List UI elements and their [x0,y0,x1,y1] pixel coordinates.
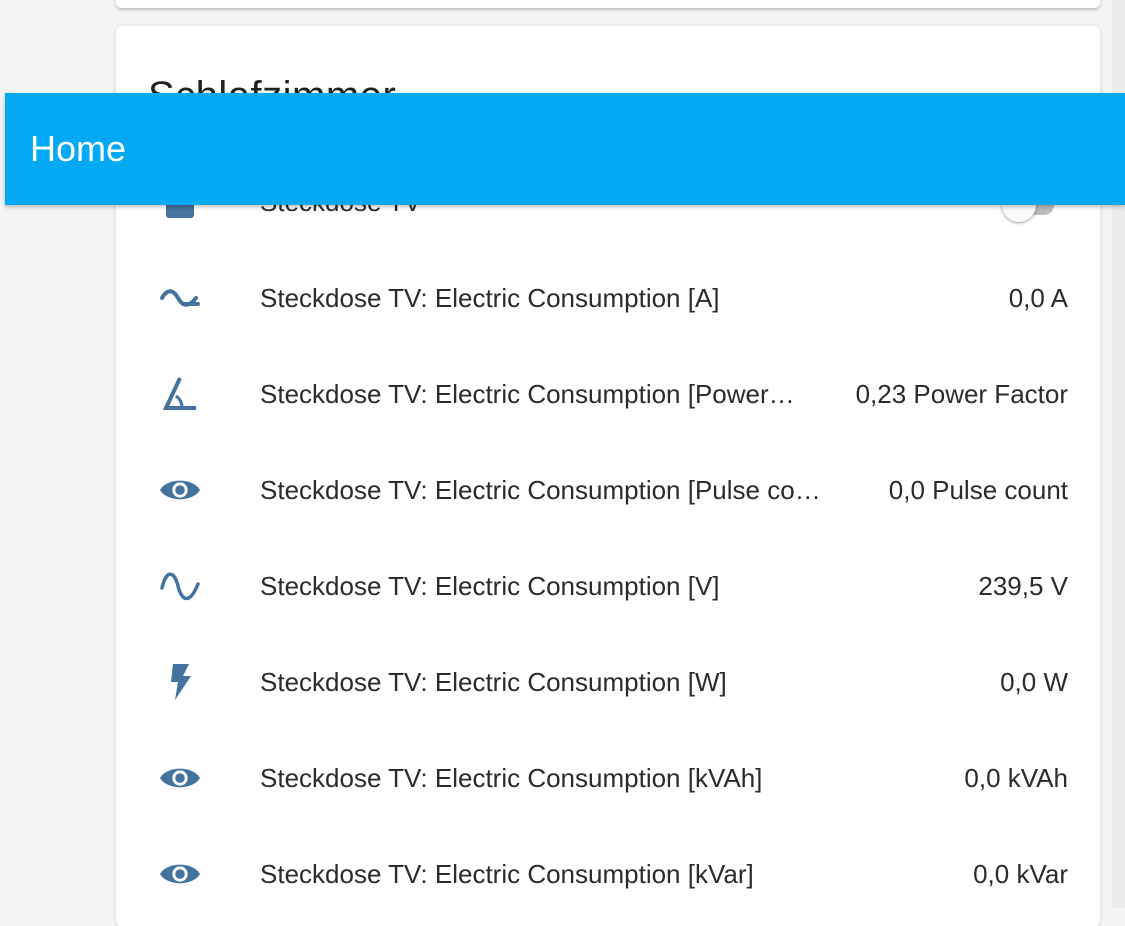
entity-name: Steckdose TV: Electric Consumption [kVAh… [260,763,763,793]
entity-value: 0,0 W [1000,667,1068,697]
entity-value: 0,0 A [1008,283,1068,313]
sine-wave-icon [158,564,202,608]
angle-acute-icon [158,372,202,416]
eye-icon [158,468,202,512]
entity-row[interactable]: Steckdose TV: Electric Consumption [V] 2… [116,538,1100,634]
previous-card [116,0,1100,8]
entity-value: 0,0 Pulse count [888,475,1068,505]
entity-value: 0,23 Power Factor [855,379,1068,409]
entity-row[interactable]: Steckdose TV: Electric Consumption [Powe… [116,346,1100,442]
entity-row[interactable]: Steckdose TV: Electric Consumption [kVAh… [116,730,1100,826]
entity-row[interactable]: Steckdose TV: Electric Consumption [Puls… [116,442,1100,538]
entity-row[interactable]: Steckdose TV: Electric Consumption [W] 0… [116,634,1100,730]
entity-row[interactable]: Steckdose TV: Electric Consumption [A] 0… [116,250,1100,346]
eye-icon [158,852,202,896]
entity-value: 239,5 V [978,571,1068,601]
app-header: Home [5,93,1125,205]
app-title: Home [30,128,127,169]
flash-icon [158,660,202,704]
entity-name: Steckdose TV: Electric Consumption [A] [260,283,720,313]
current-ac-icon [158,276,202,320]
entity-name: Steckdose TV: Electric Consumption [V] [260,571,720,601]
entity-name: Steckdose TV: Electric Consumption [Puls… [260,475,821,505]
entity-value: 0,0 kVAh [964,763,1068,793]
entity-name: Steckdose TV: Electric Consumption [Powe… [260,379,795,409]
entity-name: Steckdose TV: Electric Consumption [W] [260,667,727,697]
eye-icon [158,756,202,800]
